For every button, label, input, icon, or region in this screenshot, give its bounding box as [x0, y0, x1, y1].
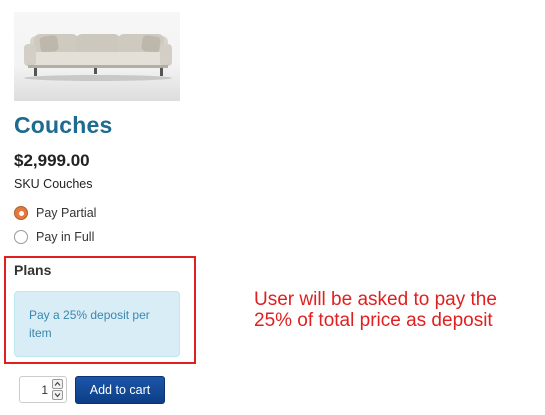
- stepper-buttons: [52, 379, 63, 400]
- product-sku: SKU Couches: [14, 177, 93, 191]
- plan-card: Pay a 25% deposit per item: [14, 291, 180, 357]
- decrement-button[interactable]: [52, 390, 63, 400]
- add-to-cart-button[interactable]: Add to cart: [75, 376, 165, 404]
- chevron-up-icon: [54, 381, 61, 386]
- sofa-icon: [24, 34, 172, 81]
- pay-partial-radio[interactable]: [14, 206, 28, 220]
- pay-full-radio[interactable]: [14, 230, 28, 244]
- pay-full-option[interactable]: Pay in Full: [14, 230, 94, 244]
- chevron-down-icon: [54, 393, 61, 398]
- product-title: Couches: [14, 112, 113, 138]
- pay-partial-option[interactable]: Pay Partial: [14, 206, 96, 220]
- product-price: $2,999.00: [14, 151, 90, 170]
- quantity-stepper[interactable]: [19, 376, 67, 403]
- pay-full-label: Pay in Full: [36, 230, 95, 244]
- plan-description: Pay a 25% deposit per item: [29, 308, 150, 340]
- plans-heading: Plans: [14, 262, 52, 278]
- quantity-input[interactable]: [20, 382, 52, 397]
- pay-partial-label: Pay Partial: [36, 206, 97, 220]
- product-page: Couches $2,999.00 SKU Couches Pay Partia…: [0, 0, 545, 415]
- increment-button[interactable]: [52, 379, 63, 389]
- product-image: [14, 12, 180, 101]
- annotation-text: User will be asked to pay the 25% of tot…: [254, 289, 497, 331]
